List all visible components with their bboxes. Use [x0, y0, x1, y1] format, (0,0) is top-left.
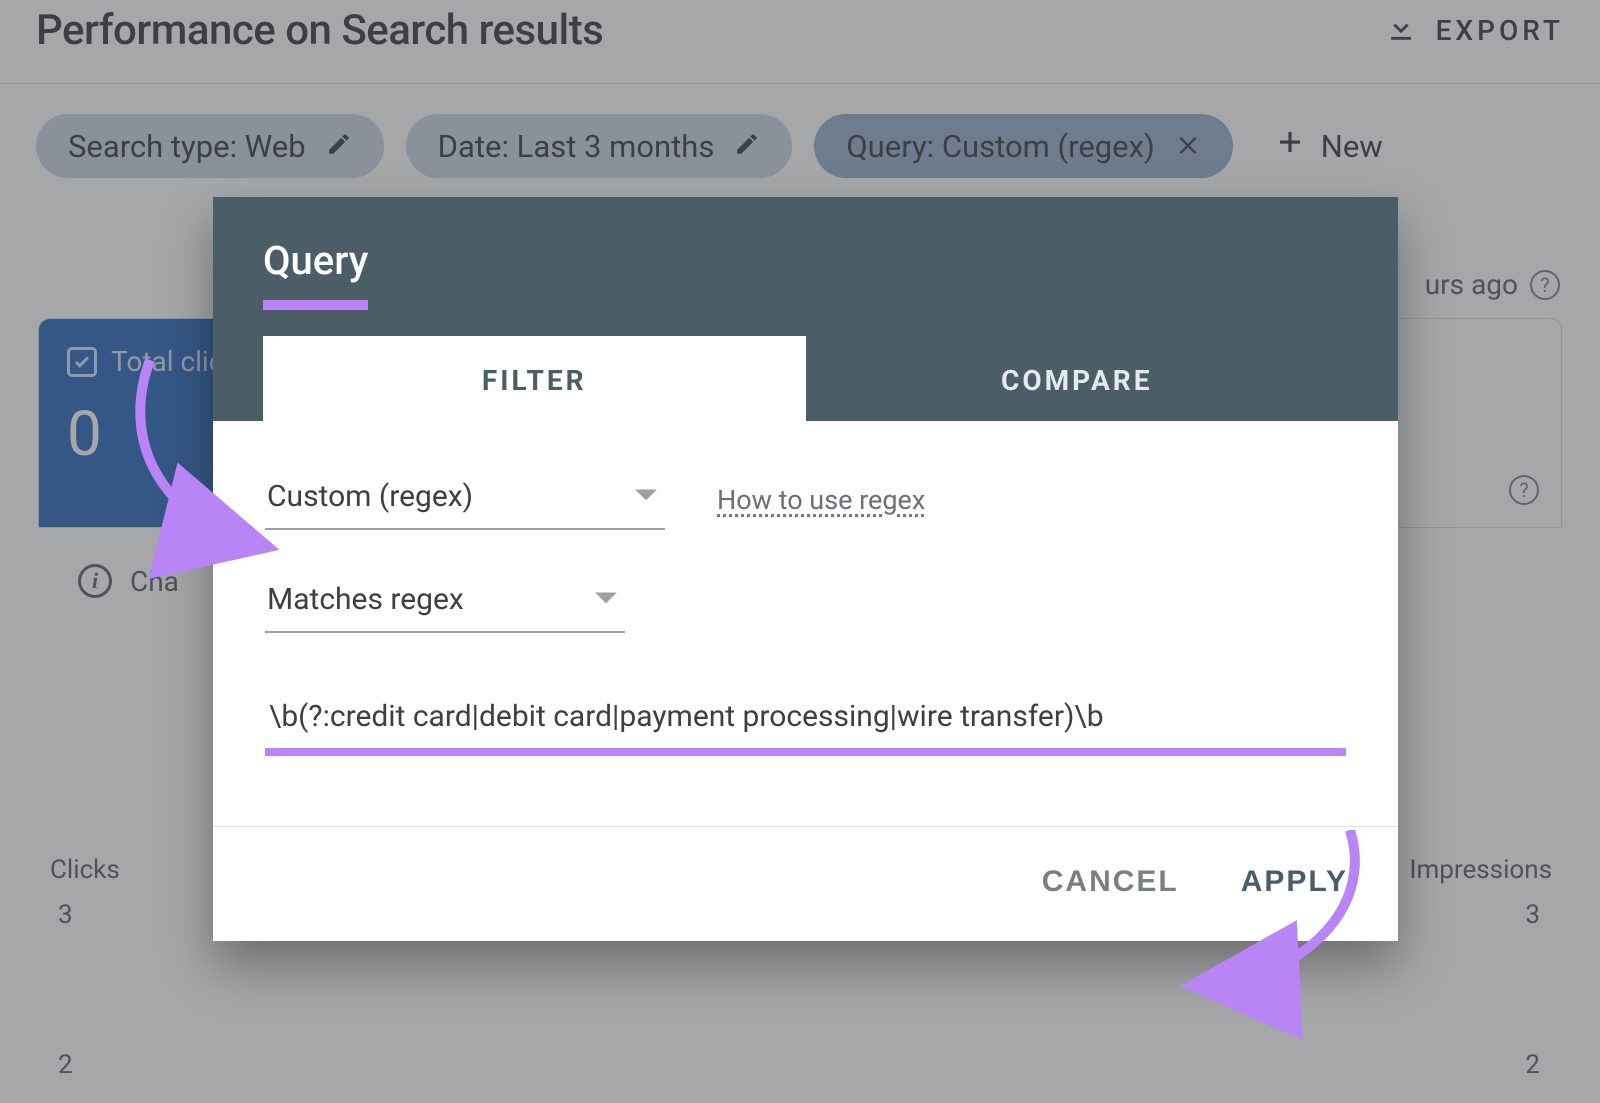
filter-type-select[interactable]: Custom (regex): [265, 469, 665, 530]
filter-type-value: Custom (regex): [267, 479, 473, 514]
dialog-actions: CANCEL APPLY: [213, 826, 1398, 941]
apply-button[interactable]: APPLY: [1241, 865, 1348, 899]
match-mode-select[interactable]: Matches regex: [265, 572, 625, 633]
query-filter-dialog: Query FILTER COMPARE Custom (regex) How …: [213, 197, 1398, 941]
regex-help-link[interactable]: How to use regex: [717, 484, 925, 516]
tab-filter[interactable]: FILTER: [263, 336, 806, 421]
dialog-body: Custom (regex) How to use regex Matches …: [213, 421, 1398, 780]
chevron-down-icon: [633, 479, 659, 514]
regex-input[interactable]: [265, 689, 1346, 756]
match-mode-value: Matches regex: [267, 582, 464, 617]
regex-input-wrap: [265, 689, 1346, 756]
chevron-down-icon: [593, 582, 619, 617]
filter-type-row: Custom (regex) How to use regex: [265, 469, 1346, 530]
dialog-header: Query FILTER COMPARE: [213, 197, 1398, 421]
dialog-tabs: FILTER COMPARE: [263, 336, 1348, 421]
match-mode-row: Matches regex: [265, 572, 1346, 633]
tab-compare[interactable]: COMPARE: [806, 336, 1349, 421]
dialog-title: Query: [263, 237, 368, 310]
cancel-button[interactable]: CANCEL: [1042, 865, 1179, 899]
